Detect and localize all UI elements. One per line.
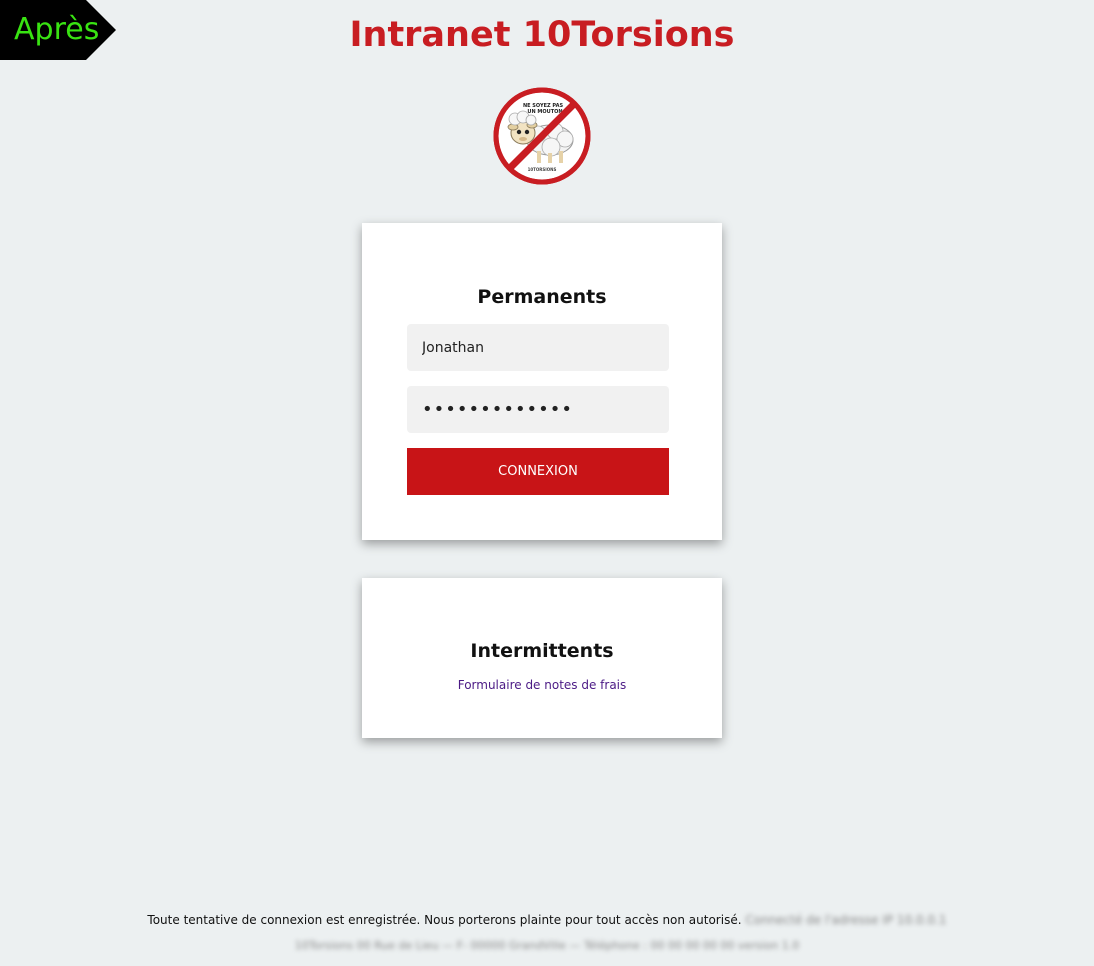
intermittents-title: Intermittents	[470, 640, 614, 662]
footer-ip-blurred: Connecté de l'adresse IP 10.0.0.1	[745, 913, 947, 927]
sheep-logo: NE SOYEZ PAS UN MOUTON ! 10TORSIONS	[493, 87, 591, 185]
username-field[interactable]	[407, 324, 669, 371]
footer-notice-text: Toute tentative de connexion est enregis…	[147, 913, 742, 927]
login-button[interactable]: CONNEXION	[407, 448, 669, 495]
intermittents-card: Intermittents Formulaire de notes de fra…	[362, 578, 722, 738]
permanents-card: Permanents CONNEXION	[362, 223, 722, 540]
footer-notice: Toute tentative de connexion est enregis…	[0, 912, 1094, 928]
permanents-title: Permanents	[477, 286, 607, 308]
page-title: Intranet 10Torsions	[349, 15, 735, 55]
password-field[interactable]	[407, 386, 669, 433]
expense-form-link[interactable]: Formulaire de notes de frais	[362, 678, 722, 692]
svg-text:10TORSIONS: 10TORSIONS	[528, 167, 557, 172]
footer-address-blurred: 10Torsions 00 Rue de Lieu — F- 00000 Gra…	[294, 939, 800, 952]
footer-address: 10Torsions 00 Rue de Lieu — F- 00000 Gra…	[0, 938, 1094, 954]
